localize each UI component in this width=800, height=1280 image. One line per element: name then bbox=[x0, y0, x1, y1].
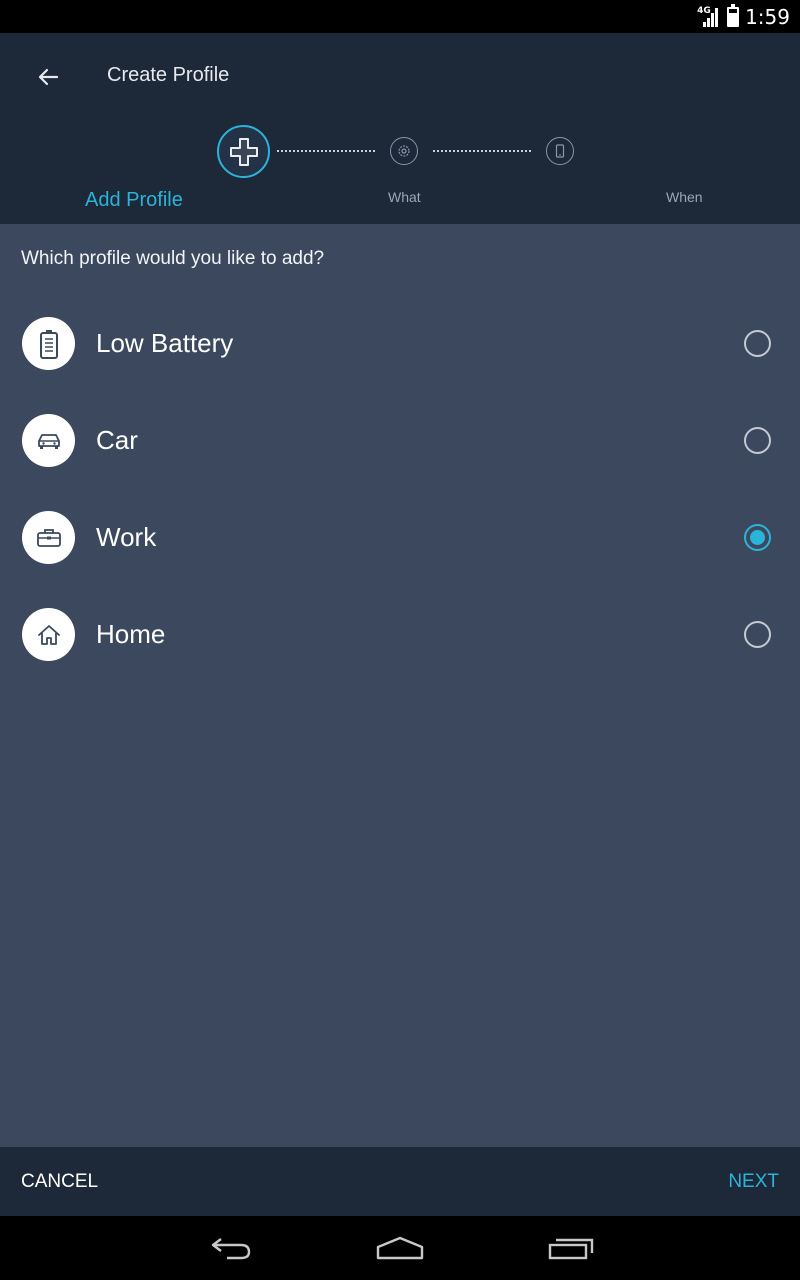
radio-low-battery[interactable] bbox=[744, 330, 771, 357]
back-button[interactable] bbox=[28, 57, 68, 97]
network-type: 4G bbox=[697, 5, 711, 16]
nav-home-icon bbox=[376, 1236, 424, 1260]
signal-icon: 4G bbox=[697, 5, 721, 29]
nav-home-button[interactable] bbox=[370, 1230, 430, 1266]
option-icon-wrap bbox=[22, 511, 75, 564]
radio-work[interactable] bbox=[744, 524, 771, 551]
battery-icon bbox=[39, 329, 58, 359]
step-label-what: What bbox=[388, 189, 421, 205]
profile-list-panel: Which profile would you like to add? Low… bbox=[0, 224, 800, 1147]
action-bar: CANCEL NEXT bbox=[0, 1147, 800, 1216]
question-text: Which profile would you like to add? bbox=[21, 248, 325, 269]
gear-icon bbox=[398, 145, 410, 157]
battery-icon bbox=[727, 3, 740, 27]
option-home[interactable]: Home bbox=[0, 586, 800, 683]
option-icon-wrap bbox=[22, 317, 75, 370]
step-connector bbox=[433, 150, 531, 152]
step-connector bbox=[277, 150, 375, 152]
option-car[interactable]: Car bbox=[0, 392, 800, 489]
page-title: Create Profile bbox=[107, 64, 230, 86]
wizard-stepper: Add Profile What When bbox=[0, 125, 800, 211]
status-icons: 4G 1:59 bbox=[697, 0, 790, 33]
clock: 1:59 bbox=[745, 4, 790, 29]
option-label: Work bbox=[96, 522, 157, 552]
step-when bbox=[546, 137, 574, 165]
nav-back-button[interactable] bbox=[200, 1230, 260, 1266]
nav-recents-button[interactable] bbox=[540, 1230, 600, 1266]
option-icon-wrap bbox=[22, 608, 75, 661]
option-icon-wrap bbox=[22, 414, 75, 467]
plus-icon bbox=[229, 137, 258, 166]
step-add-profile bbox=[217, 125, 270, 178]
status-bar: 4G 1:59 bbox=[0, 0, 800, 33]
step-what bbox=[390, 137, 418, 165]
option-label: Low Battery bbox=[96, 328, 234, 358]
radio-car[interactable] bbox=[744, 427, 771, 454]
step-label-add-profile: Add Profile bbox=[85, 189, 183, 211]
back-arrow-icon bbox=[38, 68, 59, 86]
app-header: Create Profile Add Profile What When bbox=[0, 33, 800, 224]
next-button[interactable]: NEXT bbox=[728, 1171, 779, 1193]
briefcase-icon bbox=[36, 528, 61, 547]
cancel-button[interactable]: CANCEL bbox=[21, 1171, 98, 1193]
phone-icon bbox=[555, 144, 565, 158]
step-label-when: When bbox=[666, 189, 703, 205]
option-label: Home bbox=[96, 619, 166, 649]
nav-recents-icon bbox=[548, 1238, 594, 1260]
home-icon bbox=[37, 624, 60, 645]
option-low-battery[interactable]: Low Battery bbox=[0, 295, 800, 392]
system-nav-bar bbox=[0, 1216, 800, 1280]
option-label: Car bbox=[96, 425, 138, 455]
car-icon bbox=[37, 433, 60, 449]
nav-back-icon bbox=[211, 1238, 251, 1260]
option-work[interactable]: Work bbox=[0, 489, 800, 586]
radio-home[interactable] bbox=[744, 621, 771, 648]
